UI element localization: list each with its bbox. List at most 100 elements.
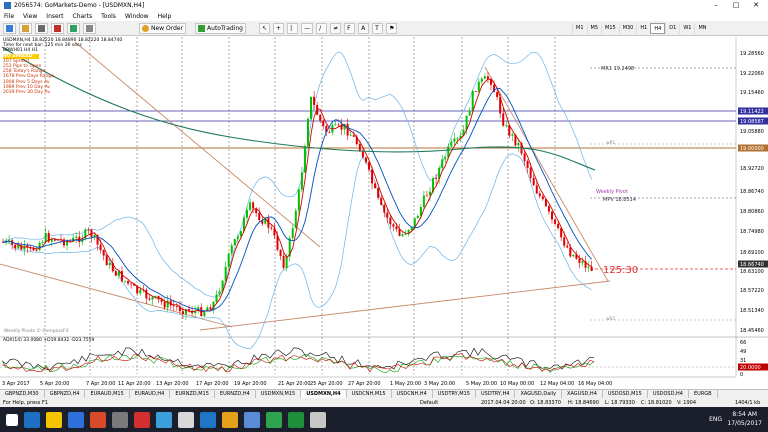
cursor-tool-button[interactable]: ↖ (259, 22, 271, 34)
arrow-tool-button[interactable]: ⚑ (386, 22, 398, 34)
tf-m1[interactable]: M1 (572, 23, 587, 34)
chart-tab[interactable]: USDTRY,H4 (476, 390, 516, 398)
terminal-button[interactable] (67, 22, 80, 34)
chart-tab[interactable]: GBPNZD,H4 (45, 390, 86, 398)
chart-tab[interactable]: USDMXN,M15 (256, 390, 302, 398)
chart-tab[interactable]: USDTRY,M15 (433, 390, 476, 398)
file-explorer-icon[interactable] (46, 411, 62, 428)
menu-view[interactable]: View (23, 13, 37, 20)
chart-tab[interactable]: USDCNH,H4 (392, 390, 433, 398)
candle-body (297, 189, 300, 211)
profiles-button[interactable] (19, 22, 32, 34)
price-highlight-label: 19.00000 (740, 146, 764, 152)
excel-icon[interactable] (288, 411, 304, 428)
autotrading-button[interactable]: AutoTrading (195, 22, 246, 34)
chart-tab[interactable]: EURAUD,M15 (85, 390, 130, 398)
system-tray[interactable]: ENG 8:54 AM 17/05/2017 (709, 410, 762, 428)
status-datetime: 2017.04.04 20:00 (481, 399, 526, 406)
channel-tool-button[interactable]: ≠ (330, 22, 342, 34)
new-order-button[interactable]: New Order (139, 22, 187, 34)
minimize-button[interactable]: – (706, 0, 726, 11)
text-tool-button[interactable]: A (358, 22, 370, 34)
menu-file[interactable]: File (4, 13, 14, 20)
tf-d1[interactable]: D1 (665, 23, 679, 34)
menu-help[interactable]: Help (158, 13, 172, 20)
app-icon-9[interactable] (178, 411, 194, 428)
tf-h1[interactable]: H1 (636, 23, 650, 34)
market-watch-button[interactable] (35, 22, 48, 34)
tf-m15[interactable]: M15 (601, 23, 619, 34)
wp1-label: wP1 (606, 141, 616, 146)
candle-body (310, 96, 313, 119)
new-chart-button[interactable] (3, 22, 16, 34)
skype-icon[interactable] (156, 411, 172, 428)
chart-tab[interactable]: EURNZD,H4 (215, 390, 256, 398)
candle-body (160, 299, 163, 302)
label-tool-button[interactable]: T (372, 22, 384, 34)
chart-tab[interactable]: USDOSD,H4 (648, 390, 689, 398)
time-tick-label: 11 Apr 20:00 (118, 381, 151, 387)
chart-tab[interactable]: EURNZD,M15 (170, 390, 215, 398)
candle-body (114, 271, 117, 276)
chart-tab[interactable]: XAGUSD,Daily (515, 390, 563, 398)
tf-m30[interactable]: M30 (618, 23, 637, 34)
mail-icon[interactable] (244, 411, 260, 428)
hline-tool-button[interactable]: — (301, 22, 314, 34)
app-icon-15[interactable] (310, 411, 326, 428)
candle-body (124, 280, 126, 282)
chart-tab[interactable]: XAGUSD,H4 (562, 390, 603, 398)
tf-w1[interactable]: W1 (679, 23, 694, 34)
tf-h4[interactable]: H4 (650, 23, 666, 34)
chart-window[interactable]: 19.28560 19.22060 19.15460 19.11422 19.08587… (0, 37, 768, 396)
candle-body (441, 159, 444, 168)
candle-body (230, 245, 233, 254)
ie-icon[interactable] (68, 411, 84, 428)
candle-body (322, 120, 325, 127)
trendline-tool-button[interactable]: / (316, 22, 328, 34)
chart-tab[interactable]: USDOSD,M15 (603, 390, 648, 398)
candle-body (358, 144, 361, 152)
windows-taskbar: ENG 8:54 AM 17/05/2017 (0, 407, 768, 432)
menu-insert[interactable]: Insert (46, 13, 63, 20)
tester-button[interactable] (83, 22, 96, 34)
candle-body (557, 223, 560, 229)
menu-charts[interactable]: Charts (73, 13, 93, 20)
crosshair-tool-button[interactable]: + (273, 22, 285, 34)
start-icon[interactable] (6, 413, 18, 426)
tf-mn[interactable]: MN (694, 23, 709, 34)
price-tick-label: 19.22060 (740, 71, 764, 77)
price-tick-label: 19.15460 (740, 90, 764, 96)
navigator-button[interactable] (51, 22, 64, 34)
candle-body (401, 234, 404, 236)
k-app-icon[interactable] (134, 411, 150, 428)
chart-tab[interactable]: EURGB (689, 390, 718, 398)
price-tick-label: 18.51340 (740, 308, 764, 314)
menu-tools[interactable]: Tools (101, 13, 116, 20)
mpv-label: MPV 18.8514 (603, 197, 637, 203)
maximize-button[interactable]: □ (726, 0, 746, 11)
metatrader-icon[interactable] (266, 411, 282, 428)
time-tick-label: 1 May 20:00 (390, 381, 421, 387)
chart-tab[interactable]: USDMXN,H4 (301, 390, 347, 398)
time-tick-label: 7 Apr 20:00 (86, 381, 115, 387)
bollinger-bands (2, 51, 593, 349)
vline-tool-button[interactable]: | (287, 22, 299, 34)
chart-tab[interactable]: EURAUD,H4 (130, 390, 171, 398)
powerpoint-icon[interactable] (90, 411, 106, 428)
paint-icon[interactable] (222, 411, 238, 428)
candle-body (188, 309, 191, 311)
chart-tab[interactable]: USDCNH,M15 (347, 390, 392, 398)
calculator-icon[interactable] (112, 411, 128, 428)
word-icon[interactable] (200, 411, 216, 428)
menu-window[interactable]: Window (125, 13, 149, 20)
chart-tab[interactable]: GBPNZD,M30 (0, 390, 45, 398)
tray-lang: ENG (709, 416, 722, 423)
candle-body (41, 242, 44, 243)
tf-m5[interactable]: M5 (586, 23, 602, 34)
fib-tool-button[interactable]: F (344, 22, 356, 34)
candle-body (386, 212, 389, 218)
edge-icon[interactable] (24, 411, 40, 428)
candle-body (349, 135, 352, 137)
close-button[interactable]: ✕ (746, 0, 766, 11)
candle-body (416, 215, 419, 219)
